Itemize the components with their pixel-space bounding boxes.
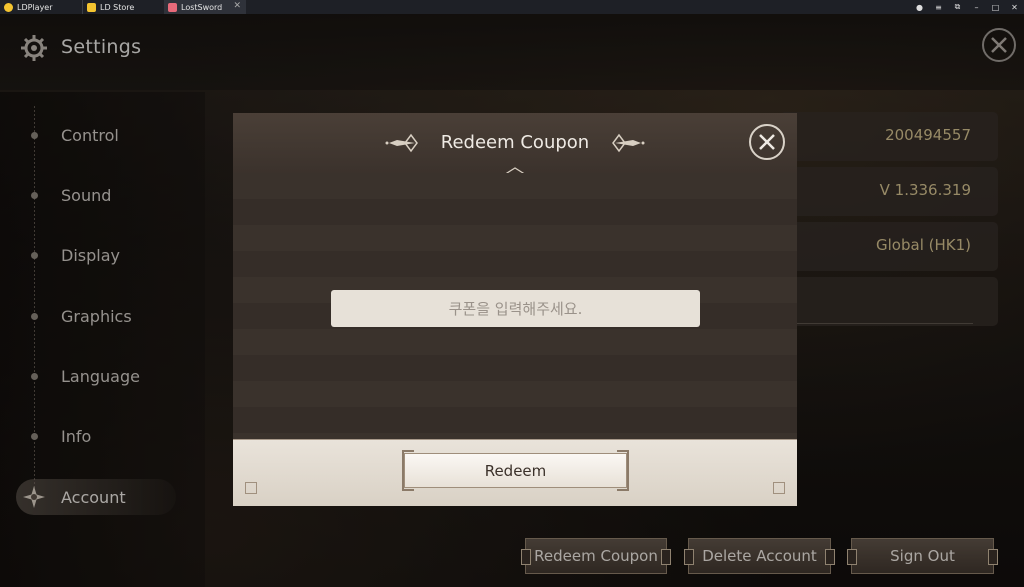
window-controls: ● ≡ ⧉ – □ ✕ (910, 0, 1024, 14)
close-window-icon[interactable]: ✕ (1005, 3, 1024, 12)
close-dialog-button[interactable] (749, 124, 785, 160)
dialog-header: Redeem Coupon (233, 113, 797, 174)
lostsword-app-icon (168, 2, 177, 12)
restore-icon[interactable]: ⧉ (948, 2, 967, 12)
menu-icon[interactable]: ≡ (929, 3, 948, 12)
dialog-footer: Redeem (233, 439, 797, 506)
dialog-title: Redeem Coupon (440, 132, 590, 153)
tab-label: LostSword (181, 2, 223, 12)
redeem-button[interactable]: Redeem (402, 450, 629, 491)
corner-ornament-icon (245, 482, 257, 494)
corner-ornament-icon (773, 482, 785, 494)
account-icon[interactable]: ● (910, 3, 929, 12)
ld-store-icon (87, 2, 96, 12)
minimize-icon[interactable]: – (967, 3, 986, 12)
tab-label: LDPlayer (17, 2, 53, 12)
emulator-tab-bar: LDPlayer LD Store LostSword ✕ ● ≡ ⧉ – □ … (0, 0, 1024, 14)
close-icon (759, 134, 775, 150)
redeem-coupon-dialog: Redeem Coupon Redeem (233, 113, 797, 506)
tab-label: LD Store (100, 2, 135, 12)
ldplayer-logo-icon (4, 2, 13, 12)
tab-ld-store[interactable]: LD Store (82, 0, 164, 14)
close-tab-icon[interactable]: ✕ (233, 1, 241, 11)
tab-lostsword[interactable]: LostSword ✕ (164, 0, 246, 14)
coupon-code-input[interactable] (331, 290, 700, 327)
tab-ldplayer[interactable]: LDPlayer (0, 0, 82, 14)
maximize-icon[interactable]: □ (986, 3, 1005, 12)
